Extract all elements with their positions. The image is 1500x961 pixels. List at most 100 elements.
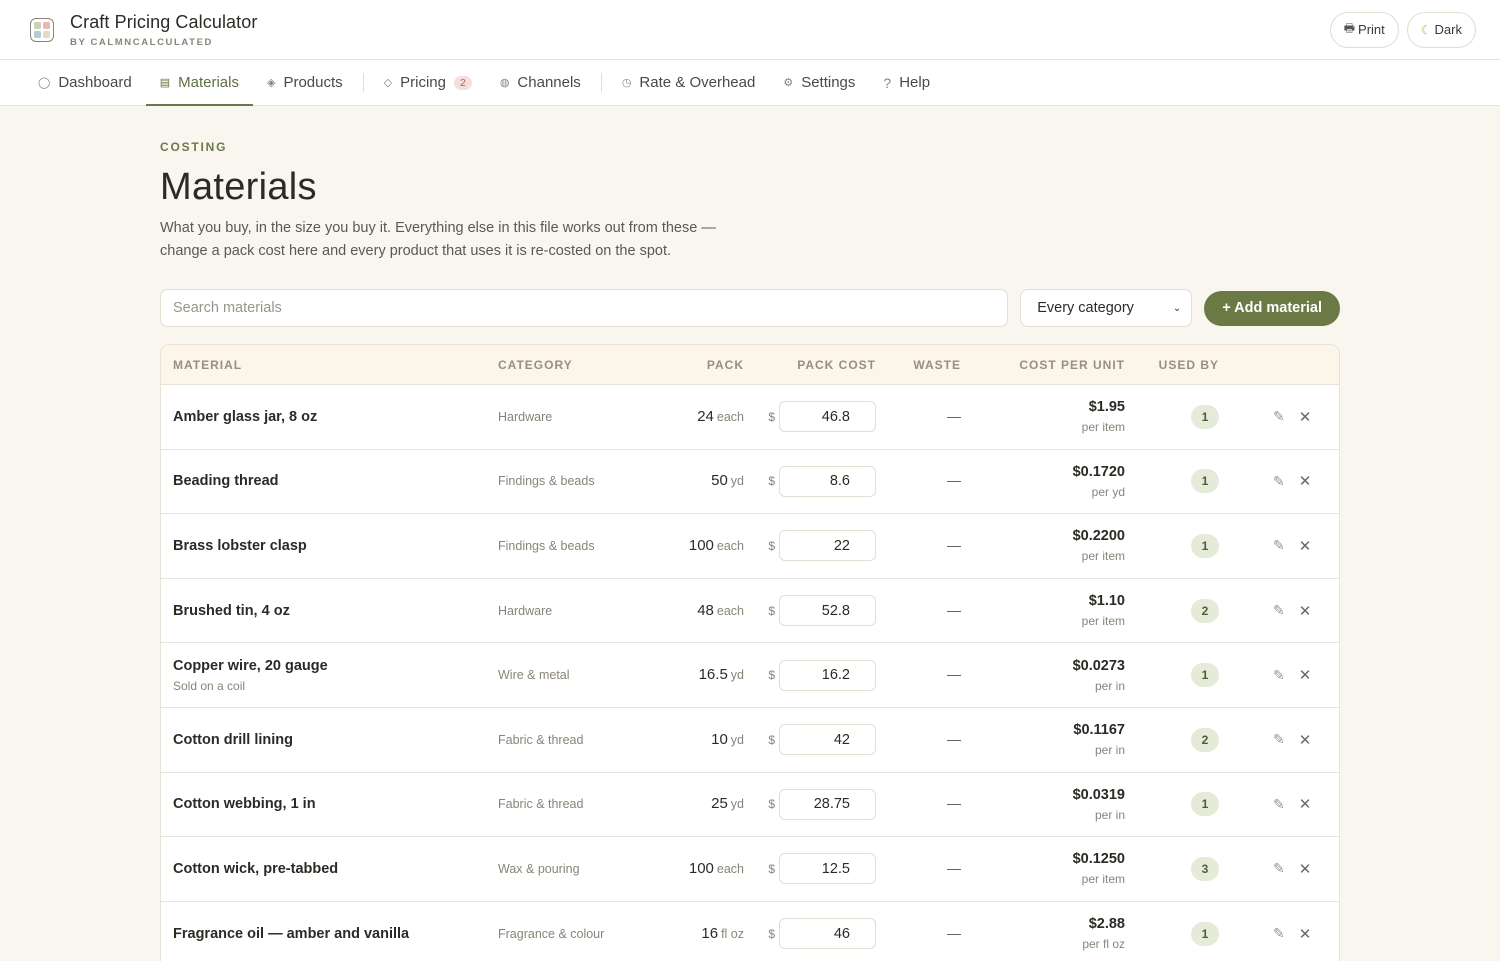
edit-icon[interactable]: ✎ [1273, 408, 1285, 425]
table-row[interactable]: Cotton drill lining Fabric & thread 10 yd… [161, 708, 1339, 773]
category-cell: Fabric & thread [498, 731, 668, 749]
used-by-badge[interactable]: 1 [1191, 533, 1219, 558]
table-row[interactable]: Cotton wick, pre-tabbed Wax & pouring 10… [161, 837, 1339, 902]
table-row[interactable]: Amber glass jar, 8 oz Hardware 24 each $ … [161, 385, 1339, 450]
used-by-badge[interactable]: 2 [1191, 598, 1219, 623]
pack-cost-input[interactable] [779, 788, 876, 820]
pack-cost-input[interactable] [779, 465, 876, 497]
material-name: Amber glass jar, 8 oz [173, 408, 318, 425]
table-row[interactable]: Brushed tin, 4 oz Hardware 48each $ — $1… [161, 579, 1339, 644]
pack-cost-input[interactable] [779, 595, 876, 627]
tab-pricing[interactable]: ◇ Pricing 2 [370, 60, 486, 105]
add-material-button[interactable]: + Add material [1204, 290, 1340, 326]
table-row[interactable]: Fragrance oil — amber and vanilla Fragra… [161, 902, 1339, 961]
pack-cost-input[interactable] [779, 530, 876, 562]
pack-cost-input[interactable] [779, 401, 876, 433]
tab-dashboard[interactable]: ◯ Dashboard [24, 60, 146, 105]
delete-icon[interactable]: ✕ [1299, 795, 1312, 813]
tab-channels[interactable]: ◍ Channels [486, 60, 595, 105]
edit-icon[interactable]: ✎ [1273, 731, 1285, 748]
table-row[interactable]: Beading thread Findings & beads 50yd $ —… [161, 450, 1339, 515]
delete-icon[interactable]: ✕ [1299, 860, 1312, 878]
table-row[interactable]: Brass lobster clasp Findings & beads 100… [161, 514, 1339, 579]
pack-cost-input[interactable] [779, 724, 876, 756]
cost-per-unit-label: per fl oz [1082, 937, 1125, 952]
used-by-cell: 2 [1125, 727, 1227, 752]
category-cell: Hardware [498, 408, 668, 426]
waste-cell: — [876, 408, 965, 426]
col-waste[interactable]: WASTE [876, 358, 965, 372]
used-by-badge[interactable]: 1 [1191, 663, 1219, 688]
col-used-by[interactable]: USED BY [1125, 358, 1227, 372]
pack-unit: yd [730, 732, 744, 747]
delete-icon[interactable]: ✕ [1299, 472, 1312, 490]
pack-unit: yd [730, 668, 744, 683]
col-category[interactable]: CATEGORY [498, 358, 668, 372]
waste-cell: — [876, 925, 965, 943]
waste-value: — [947, 536, 961, 553]
cost-per-unit-label: per item [1081, 872, 1125, 887]
delete-icon[interactable]: ✕ [1299, 925, 1312, 943]
edit-icon[interactable]: ✎ [1273, 537, 1285, 554]
delete-icon[interactable]: ✕ [1299, 537, 1312, 555]
delete-icon[interactable]: ✕ [1299, 666, 1312, 684]
material-cell: Brass lobster clasp [161, 538, 498, 554]
table-row[interactable]: Copper wire, 20 gauge Sold on a coil Wir… [161, 643, 1339, 708]
edit-icon[interactable]: ✎ [1273, 602, 1285, 619]
pack-cost-input[interactable] [779, 853, 876, 885]
tab-label: Pricing [400, 74, 446, 91]
used-by-cell: 1 [1125, 469, 1227, 494]
material-name: Brass lobster clasp [173, 537, 307, 554]
page-title: Materials [160, 166, 317, 208]
dark-mode-button[interactable]: ☾ Dark [1406, 11, 1476, 48]
col-material[interactable]: MATERIAL [161, 358, 498, 372]
edit-icon[interactable]: ✎ [1273, 473, 1285, 490]
moon-icon: ☾ [1420, 22, 1432, 37]
delete-icon[interactable]: ✕ [1299, 731, 1312, 749]
delete-icon[interactable]: ✕ [1299, 602, 1312, 620]
material-name: Cotton webbing, 1 in [173, 796, 316, 813]
tab-materials[interactable]: ▤ Materials [145, 60, 254, 106]
col-pack-cost[interactable]: PACK COST [744, 358, 876, 372]
tab-settings[interactable]: ⚙ Settings [769, 60, 869, 105]
print-button[interactable]: 🖶 Print [1329, 11, 1399, 48]
tab-label: Settings [801, 74, 856, 91]
col-cost-per-unit[interactable]: COST PER UNIT [965, 358, 1125, 372]
printer-icon: 🖶 [1343, 21, 1356, 35]
delete-icon[interactable]: ✕ [1299, 408, 1312, 426]
cost-per-unit-label: per item [1081, 549, 1125, 564]
pack-unit: yd [730, 474, 744, 489]
used-by-badge[interactable]: 2 [1191, 727, 1219, 752]
row-actions: ✎ ✕ [1227, 602, 1339, 620]
used-by-badge[interactable]: 1 [1191, 921, 1219, 946]
search-input[interactable] [160, 289, 1009, 327]
edit-icon[interactable]: ✎ [1273, 796, 1285, 813]
tab-rate-overhead[interactable]: ◷ Rate & Overhead [608, 60, 770, 105]
row-actions: ✎ ✕ [1227, 731, 1339, 749]
used-by-badge[interactable]: 1 [1191, 404, 1219, 429]
table-row[interactable]: Cotton webbing, 1 in Fabric & thread 25 y… [161, 773, 1339, 838]
row-actions: ✎ ✕ [1227, 925, 1339, 943]
tab-products[interactable]: ◈ Products [253, 60, 357, 105]
tab-help[interactable]: ? Help [869, 60, 944, 105]
material-category: Fragrance & colour [498, 926, 605, 941]
pack-cost-input[interactable] [779, 918, 876, 950]
used-by-badge[interactable]: 3 [1191, 856, 1219, 881]
pack-quantity: 25 [711, 795, 728, 813]
material-cell: Amber glass jar, 8 oz [161, 409, 498, 425]
cost-per-unit-label: per in [1094, 743, 1125, 758]
edit-icon[interactable]: ✎ [1273, 860, 1285, 877]
gear-icon: ⚙ [783, 77, 794, 89]
pack-cell: 16.5 yd [668, 666, 744, 684]
pack-cost-cell: $ [744, 595, 876, 627]
category-select[interactable]: Every category ⌄ [1020, 289, 1193, 327]
pack-cost-cell: $ [744, 530, 876, 562]
edit-icon[interactable]: ✎ [1273, 925, 1285, 942]
used-by-cell: 1 [1125, 533, 1227, 558]
pack-cost-input[interactable] [779, 659, 876, 691]
edit-icon[interactable]: ✎ [1273, 667, 1285, 684]
used-by-badge[interactable]: 1 [1191, 792, 1219, 817]
used-by-badge[interactable]: 1 [1191, 469, 1219, 494]
material-name: Brushed tin, 4 oz [173, 602, 290, 619]
col-pack[interactable]: PACK [668, 358, 744, 372]
